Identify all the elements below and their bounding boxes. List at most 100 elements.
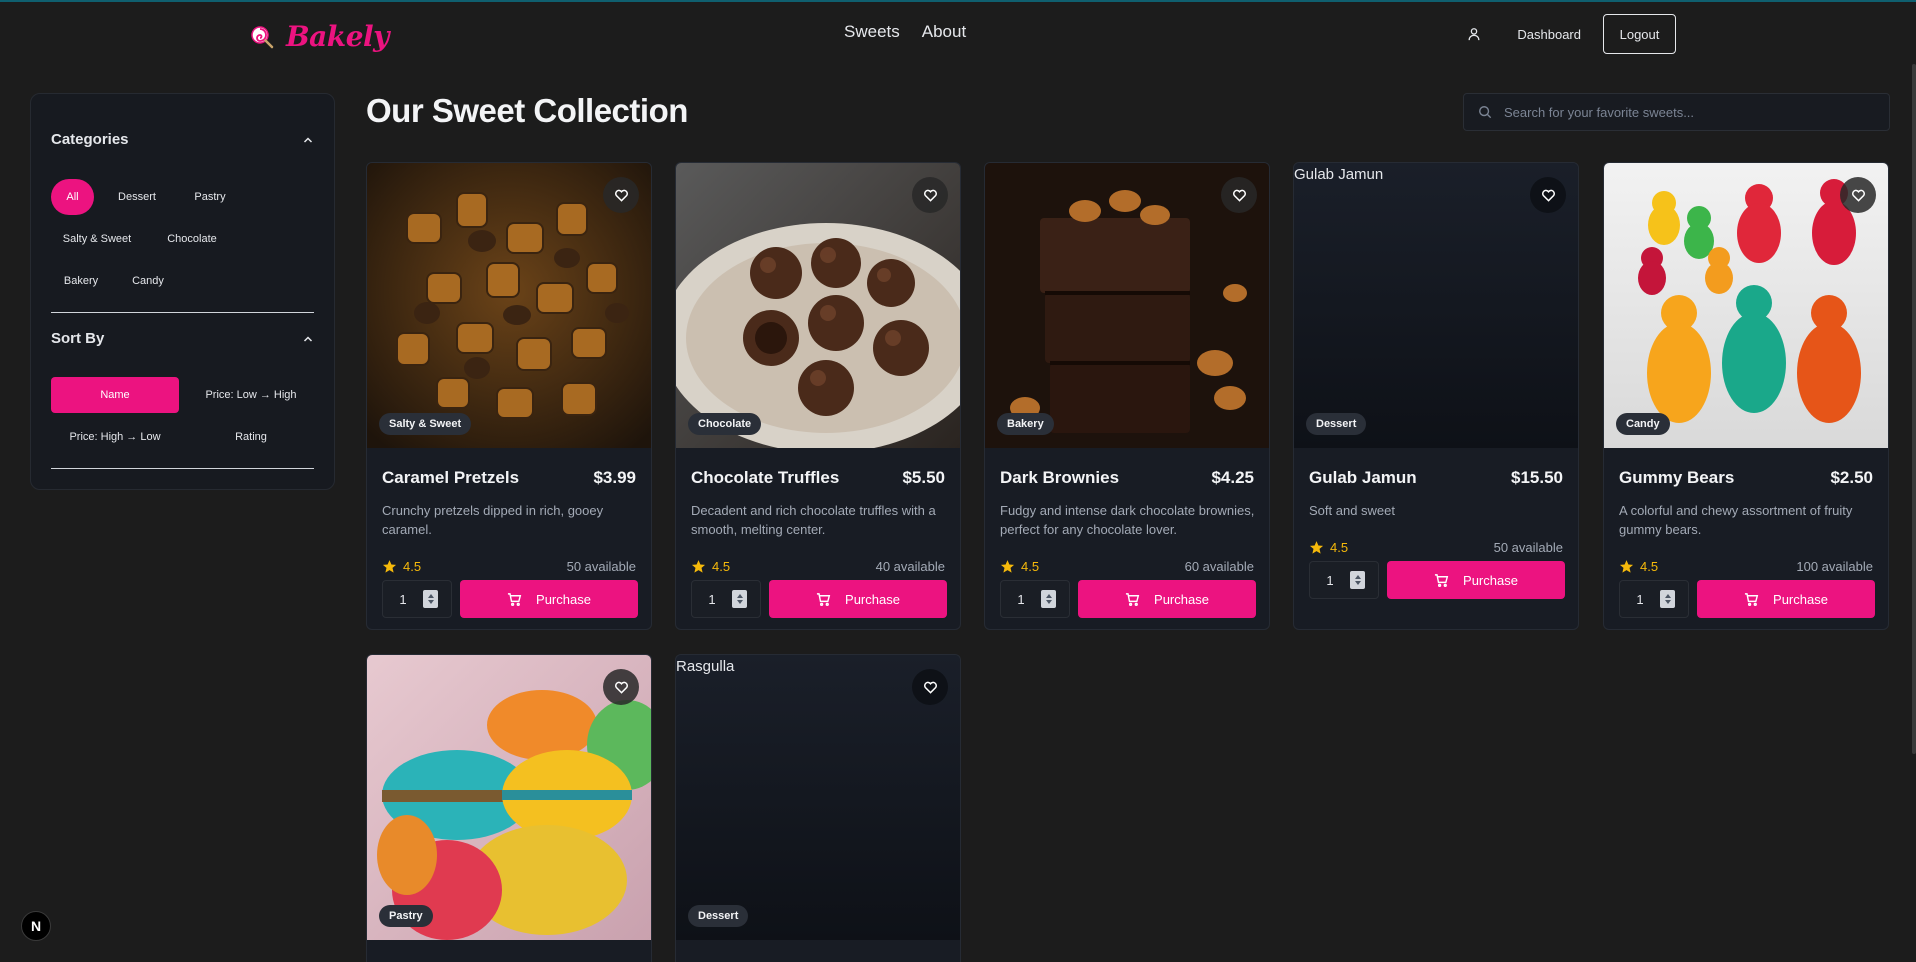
scrollbar[interactable] [1912, 64, 1916, 754]
product-image: Candy [1604, 163, 1888, 448]
heart-icon [1232, 189, 1246, 202]
product-name: Dark Brownies [1000, 468, 1120, 487]
brand-logo[interactable]: Bakely [250, 20, 389, 53]
product-rating: 4.5 [1619, 559, 1658, 574]
rating-value: 4.5 [1330, 540, 1349, 555]
search-box[interactable] [1463, 93, 1890, 131]
product-image: Bakery [985, 163, 1269, 448]
favorite-button[interactable] [603, 669, 639, 705]
category-pill-all[interactable]: All [51, 179, 94, 215]
category-pill-bakery[interactable]: Bakery [51, 263, 111, 299]
purchase-label: Purchase [1773, 591, 1828, 607]
section-divider [51, 312, 314, 313]
nav-link-about[interactable]: About [922, 22, 966, 42]
nav-actions: Dashboard Logout [1467, 14, 1676, 54]
stock-available: 100 available [1796, 559, 1873, 574]
sort-title: Sort By [51, 330, 105, 347]
quantity-stepper[interactable]: 1 [382, 580, 452, 618]
quantity-stepper[interactable]: 1 [1619, 580, 1689, 618]
category-pill-dessert[interactable]: Dessert [103, 179, 171, 215]
category-pill-salty-sweet[interactable]: Salty & Sweet [51, 221, 143, 257]
product-card: Gulab Jamun Dessert Gulab Jamun $15.50 S… [1293, 162, 1579, 630]
chevron-up-icon[interactable] [302, 134, 314, 146]
stepper-arrows-icon[interactable] [1041, 590, 1056, 608]
heart-icon [614, 189, 628, 202]
product-price: $4.25 [1211, 468, 1254, 487]
product-price: $15.50 [1511, 468, 1563, 487]
sort-option-rating[interactable]: Rating [187, 419, 315, 455]
favorite-button[interactable] [912, 177, 948, 213]
user-icon[interactable] [1467, 27, 1481, 41]
purchase-button[interactable]: Purchase [1387, 561, 1565, 599]
favorite-button[interactable] [603, 177, 639, 213]
star-icon [691, 560, 706, 573]
stock-available: 40 available [875, 559, 945, 574]
quantity-value: 1 [399, 591, 407, 607]
heart-icon [614, 681, 628, 694]
dev-tools-badge[interactable]: N [21, 911, 51, 941]
product-card: Candy Gummy Bears $2.50 A colorful and c… [1603, 162, 1889, 630]
purchase-label: Purchase [845, 591, 900, 607]
heart-icon [923, 189, 937, 202]
nav-link-sweets[interactable]: Sweets [844, 22, 900, 42]
rating-value: 4.5 [1021, 559, 1040, 574]
search-input[interactable] [1504, 104, 1864, 120]
product-description: Decadent and rich chocolate truffles wit… [691, 503, 936, 537]
sort-option-price-asc[interactable]: Price: Low → High [187, 377, 315, 413]
sort-header[interactable]: Sort By [51, 330, 314, 347]
category-pill-chocolate[interactable]: Chocolate [153, 221, 231, 257]
favorite-button[interactable] [1840, 177, 1876, 213]
product-name: Chocolate Truffles [691, 468, 840, 487]
stepper-arrows-icon[interactable] [1350, 571, 1365, 589]
cart-icon [507, 592, 522, 606]
rating-value: 4.5 [403, 559, 422, 574]
product-name: Caramel Pretzels [382, 468, 520, 487]
quantity-value: 1 [1017, 591, 1025, 607]
category-badge: Dessert [1306, 413, 1367, 435]
stepper-arrows-icon[interactable] [732, 590, 747, 608]
purchase-label: Purchase [1154, 591, 1209, 607]
product-description: Soft and sweet [1309, 503, 1395, 518]
product-card: Bakery Dark Brownies $4.25 Fudgy and int… [984, 162, 1270, 630]
brand-name: Bakely [286, 20, 389, 53]
page-title: Our Sweet Collection [366, 92, 688, 129]
product-rating: 4.5 [691, 559, 730, 574]
lollipop-icon [251, 25, 274, 48]
category-pill-candy[interactable]: Candy [121, 263, 175, 299]
product-name: Gummy Bears [1619, 468, 1735, 487]
filter-sidebar: Categories All Dessert Pastry Salty & Sw… [30, 93, 335, 490]
category-pill-pastry[interactable]: Pastry [181, 179, 239, 215]
heart-icon [1541, 189, 1555, 202]
navbar: Bakely Sweets About Dashboard Logout [0, 2, 1916, 64]
quantity-value: 1 [1326, 572, 1334, 588]
logout-button[interactable]: Logout [1603, 14, 1676, 54]
category-badge: Chocolate [688, 413, 762, 435]
image-alt-text: Rasgulla [676, 658, 735, 675]
categories-header[interactable]: Categories [51, 131, 314, 148]
favorite-button[interactable] [912, 669, 948, 705]
product-name: Gulab Jamun [1309, 468, 1417, 487]
purchase-label: Purchase [536, 591, 591, 607]
favorite-button[interactable] [1221, 177, 1257, 213]
dashboard-link[interactable]: Dashboard [1517, 27, 1581, 42]
purchase-button[interactable]: Purchase [460, 580, 638, 618]
purchase-button[interactable]: Purchase [769, 580, 947, 618]
cart-icon [1434, 573, 1449, 587]
sort-option-name[interactable]: Name [51, 377, 179, 413]
product-card: Pastry [366, 654, 652, 962]
purchase-button[interactable]: Purchase [1078, 580, 1256, 618]
favorite-button[interactable] [1530, 177, 1566, 213]
quantity-stepper[interactable]: 1 [691, 580, 761, 618]
product-description: Fudgy and intense dark chocolate brownie… [1000, 503, 1255, 537]
product-rating: 4.5 [1309, 540, 1348, 555]
stepper-arrows-icon[interactable] [1660, 590, 1675, 608]
star-icon [1619, 560, 1634, 573]
sort-option-price-desc[interactable]: Price: High → Low [51, 419, 179, 455]
purchase-button[interactable]: Purchase [1697, 580, 1875, 618]
stock-available: 50 available [566, 559, 636, 574]
quantity-stepper[interactable]: 1 [1000, 580, 1070, 618]
quantity-stepper[interactable]: 1 [1309, 561, 1379, 599]
product-image: Salty & Sweet [367, 163, 651, 448]
chevron-up-icon[interactable] [302, 333, 314, 345]
stepper-arrows-icon[interactable] [423, 590, 438, 608]
